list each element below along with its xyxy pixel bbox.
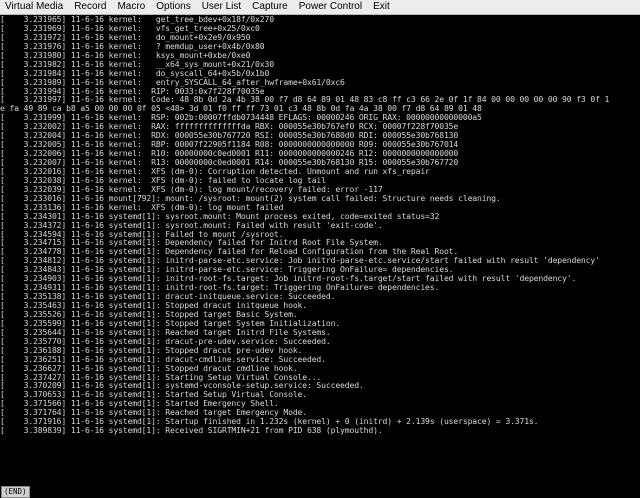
console-line: [ 3.232039] 11-6-16 kernel: XFS (dm-0): … (0, 184, 383, 194)
console-line: [ 3.235644] 11-6-16 systemd[1]: Reached … (0, 327, 331, 337)
console-line: [ 3.235526] 11-6-16 systemd[1]: Stopped … (0, 309, 298, 319)
console-line: [ 3.231976] 11-6-16 kernel: ? memdup_use… (0, 41, 265, 51)
menu-item-user-list[interactable]: User List (197, 0, 247, 14)
console-line: [ 3.233136] 11-6-16 kernel: XFS (dm-0): … (0, 202, 284, 212)
console-line: [ 3.231984] 11-6-16 kernel: do_syscall_6… (0, 68, 270, 78)
menu-item-virtual-media[interactable]: Virtual Media (0, 0, 69, 14)
console-line: [ 3.232002] 11-6-16 kernel: RAX: fffffff… (0, 122, 459, 132)
pager-status-bar: (END) (0, 485, 640, 498)
console-line: [ 3.235599] 11-6-16 systemd[1]: Stopped … (0, 318, 341, 328)
console-line: [ 3.371764] 11-6-16 systemd[1]: Reached … (0, 408, 307, 418)
menu-bar: Virtual Media Record Macro Options User List… (0, 0, 640, 15)
console-line: [ 3.232005] 11-6-16 kernel: RBP: 00007f2… (0, 140, 459, 150)
pager-end-indicator: (END) (1, 486, 30, 498)
console-line: [ 3.232004] 11-6-16 kernel: RDX: 000055e… (0, 131, 459, 141)
console-line: [ 3.371916] 11-6-16 systemd[1]: Startup … (0, 417, 539, 427)
console-line: [ 3.234301] 11-6-16 systemd[1]: sysroot.… (0, 211, 440, 221)
console-line: [ 3.236627] 11-6-16 systemd[1]: Stopped … (0, 363, 298, 373)
console-line: [ 3.236251] 11-6-16 systemd[1]: dracut-c… (0, 354, 326, 364)
console-line: [ 3.232007] 11-6-16 kernel: R13: 0000000… (0, 157, 459, 168)
menu-item-power-control[interactable]: Power Control (294, 0, 368, 14)
console-line: [ 3.235770] 11-6-16 systemd[1]: dracut-p… (0, 336, 331, 346)
console-line: [ 3.231972] 11-6-16 kernel: do_mount+0x2… (0, 32, 251, 42)
console-line: [ 3.233016] 11-6-16 mount[792]: mount: /… (0, 193, 501, 203)
console-line: [ 3.236188] 11-6-16 systemd[1]: Stopped … (0, 345, 303, 355)
console-line: [ 3.235138] 11-6-16 systemd[1]: dracut-i… (0, 291, 336, 302)
console-output[interactable]: [ 3.231965] 11-6-16 kernel: get_tree_bde… (0, 15, 640, 485)
menu-item-macro[interactable]: Macro (112, 0, 151, 14)
menu-item-options[interactable]: Options (151, 0, 196, 14)
console-line: [ 3.232016] 11-6-16 kernel: XFS (dm-0): … (0, 166, 430, 176)
console-line: [ 3.235463] 11-6-16 systemd[1]: Stopped … (0, 300, 307, 311)
console-line: [ 3.232038] 11-6-16 kernel: XFS (dm-0): … (0, 175, 326, 185)
console-line: [ 3.232006] 11-6-16 kernel: R10: 0000000… (0, 148, 459, 159)
console-line: [ 3.231965] 11-6-16 kernel: get_tree_bde… (0, 15, 274, 25)
console-line: [ 3.234903] 11-6-16 systemd[1]: initrd-r… (0, 274, 577, 284)
console-line: [ 3.234931] 11-6-16 systemd[1]: initrd-r… (0, 283, 440, 293)
console-line: [ 3.231980] 11-6-16 kernel: ksys_mount+0… (0, 50, 251, 60)
menu-item-record[interactable]: Record (69, 0, 112, 14)
menu-item-capture[interactable]: Capture (247, 0, 294, 14)
console-line: [ 3.231982] 11-6-16 kernel: __x64_sys_mo… (0, 59, 274, 69)
menu-item-exit[interactable]: Exit (368, 0, 396, 14)
console-line: [ 3.231989] 11-6-16 kernel: entry_SYSCAL… (0, 77, 345, 87)
console-line: [ 3.234843] 11-6-16 systemd[1]: initrd-p… (0, 265, 454, 275)
console-line: [ 3.231969] 11-6-16 kernel: vfs_get_tree… (0, 23, 260, 33)
console-line: [ 3.234372] 11-6-16 systemd[1]: sysroot.… (0, 220, 383, 230)
console-line: [ 3.389839] 11-6-16 systemd[1]: Received… (0, 426, 383, 436)
